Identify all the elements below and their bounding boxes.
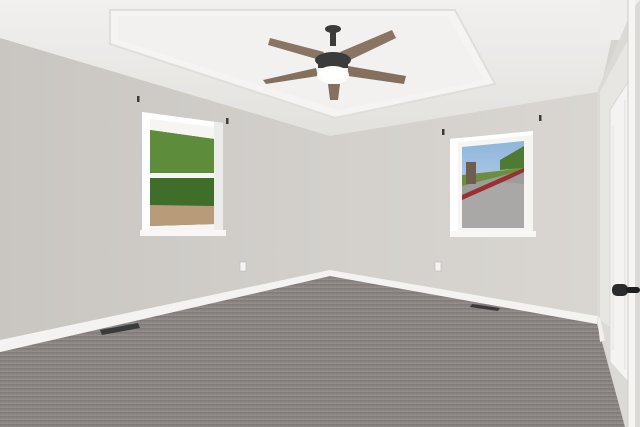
room-illustration: [0, 0, 640, 427]
right-window: [450, 131, 536, 237]
door-trim: [628, 0, 635, 427]
empty-bedroom-photo: [0, 0, 640, 427]
outlet-icon-2: [434, 261, 442, 272]
left-window: [140, 112, 226, 236]
outlet-icon: [239, 261, 247, 272]
